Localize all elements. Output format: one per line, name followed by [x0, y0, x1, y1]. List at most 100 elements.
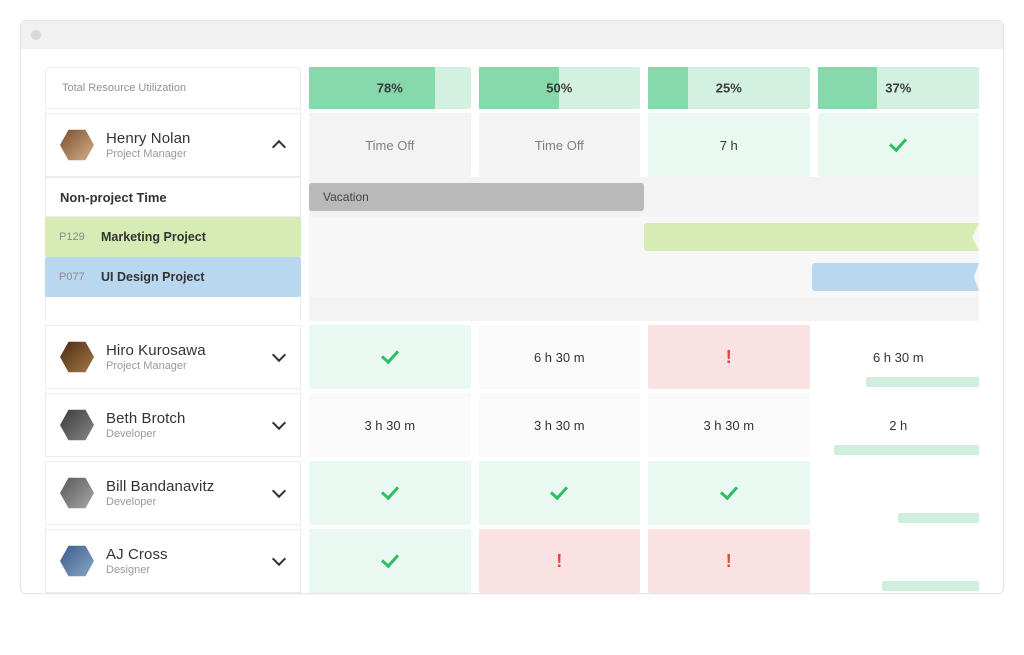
cell-check[interactable] — [479, 461, 641, 525]
project-bar-ui[interactable] — [812, 263, 980, 291]
project-row-ui[interactable]: P077 UI Design Project — [45, 257, 301, 297]
cell-text: 6 h 30 m — [873, 350, 924, 365]
cell-alert[interactable]: ! — [648, 529, 810, 593]
content-area: Total Resource Utilization 78% 50% 25% 3… — [21, 49, 1003, 593]
person-info: Henry Nolan Project Manager — [106, 130, 190, 160]
cell-hours[interactable]: 3 h 30 m — [648, 393, 810, 457]
cell-alert[interactable]: ! — [479, 529, 641, 593]
cell-hours[interactable]: 2 h — [818, 393, 980, 457]
avatar — [60, 128, 94, 162]
trailing-bar — [866, 377, 979, 387]
chevron-down-icon — [272, 348, 286, 362]
trailing-bar — [834, 445, 979, 455]
avatar — [60, 476, 94, 510]
utilization-col-2: 50% — [479, 67, 641, 109]
cell-text: 3 h 30 m — [703, 418, 754, 433]
resource-grid: Total Resource Utilization 78% 50% 25% 3… — [45, 67, 979, 593]
cell-text: 6 h 30 m — [534, 350, 585, 365]
person-row-bill[interactable]: Bill Bandanavitz Developer — [45, 461, 301, 525]
person-info: AJ Cross Designer — [106, 546, 168, 576]
cell-timeoff[interactable]: Time Off — [479, 113, 641, 177]
cell-hours[interactable]: 6 h 30 m — [818, 325, 980, 389]
utilization-percent: 25% — [716, 81, 742, 96]
cell-text: Time Off — [535, 138, 584, 153]
cell-text: 2 h — [889, 418, 907, 433]
person-row-hiro[interactable]: Hiro Kurosawa Project Manager — [45, 325, 301, 389]
cell-alert[interactable]: ! — [648, 325, 810, 389]
checkmark-icon — [889, 134, 907, 153]
checkmark-icon — [550, 482, 568, 501]
project-name: UI Design Project — [101, 270, 205, 284]
person-name: Beth Brotch — [106, 410, 185, 427]
sub-spacer-timeline — [309, 297, 979, 321]
cell-hours[interactable]: 3 h 30 m — [479, 393, 641, 457]
person-name: Henry Nolan — [106, 130, 190, 147]
utilization-bar — [818, 67, 878, 109]
utilization-label-text: Total Resource Utilization — [62, 82, 186, 94]
cell-empty[interactable] — [818, 461, 980, 525]
expand-toggle[interactable] — [270, 484, 288, 502]
checkmark-icon — [381, 550, 399, 569]
utilization-percent: 78% — [377, 81, 403, 96]
cell-hours[interactable]: 6 h 30 m — [479, 325, 641, 389]
person-name: AJ Cross — [106, 546, 168, 563]
project-row-marketing[interactable]: P129 Marketing Project — [45, 217, 301, 257]
non-project-row: Non-project Time — [45, 177, 301, 217]
person-row-henry[interactable]: Henry Nolan Project Manager — [45, 113, 301, 177]
cell-check[interactable] — [309, 529, 471, 593]
trailing-bar — [882, 581, 979, 591]
person-name: Bill Bandanavitz — [106, 478, 214, 495]
project-code: P077 — [59, 271, 101, 283]
avatar — [60, 544, 94, 578]
chevron-down-icon — [272, 416, 286, 430]
sub-spacer — [45, 297, 301, 321]
person-row-aj[interactable]: AJ Cross Designer — [45, 529, 301, 593]
vacation-label: Vacation — [323, 190, 369, 204]
utilization-label: Total Resource Utilization — [45, 67, 301, 109]
vacation-bar[interactable]: Vacation — [309, 183, 644, 211]
non-project-timeline: Vacation — [309, 177, 979, 217]
project-name: Marketing Project — [101, 230, 206, 244]
app-window: Total Resource Utilization 78% 50% 25% 3… — [20, 20, 1004, 594]
cell-hours[interactable]: 3 h 30 m — [309, 393, 471, 457]
person-row-beth[interactable]: Beth Brotch Developer — [45, 393, 301, 457]
cell-empty[interactable] — [818, 529, 980, 593]
cell-check[interactable] — [818, 113, 980, 177]
project-timeline-ui — [309, 257, 979, 297]
expand-toggle[interactable] — [270, 416, 288, 434]
trailing-bar — [898, 513, 979, 523]
avatar — [60, 408, 94, 442]
cell-text: 7 h — [720, 138, 738, 153]
cell-text: 3 h 30 m — [534, 418, 585, 433]
cell-text: 3 h 30 m — [364, 418, 415, 433]
alert-icon: ! — [726, 347, 732, 368]
non-project-label: Non-project Time — [60, 190, 167, 205]
cell-check[interactable] — [309, 325, 471, 389]
utilization-col-4: 37% — [818, 67, 980, 109]
cell-timeoff[interactable]: Time Off — [309, 113, 471, 177]
chevron-up-icon — [272, 140, 286, 154]
person-role: Project Manager — [106, 148, 190, 160]
cell-check[interactable] — [648, 461, 810, 525]
expand-toggle[interactable] — [270, 552, 288, 570]
cell-text: Time Off — [365, 138, 414, 153]
checkmark-icon — [381, 482, 399, 501]
chevron-down-icon — [272, 484, 286, 498]
cell-hours[interactable]: 7 h — [648, 113, 810, 177]
utilization-percent: 37% — [885, 81, 911, 96]
checkmark-icon — [720, 482, 738, 501]
cell-check[interactable] — [309, 461, 471, 525]
avatar — [60, 340, 94, 374]
utilization-col-3: 25% — [648, 67, 810, 109]
expand-toggle[interactable] — [270, 348, 288, 366]
checkmark-icon — [381, 346, 399, 365]
project-bar-marketing[interactable] — [644, 223, 979, 251]
project-code: P129 — [59, 231, 101, 243]
collapse-toggle[interactable] — [270, 136, 288, 154]
utilization-percent: 50% — [546, 81, 572, 96]
alert-icon: ! — [556, 551, 562, 572]
chevron-down-icon — [272, 552, 286, 566]
utilization-col-1: 78% — [309, 67, 471, 109]
utilization-bar — [648, 67, 688, 109]
person-info: Bill Bandanavitz Developer — [106, 478, 214, 508]
